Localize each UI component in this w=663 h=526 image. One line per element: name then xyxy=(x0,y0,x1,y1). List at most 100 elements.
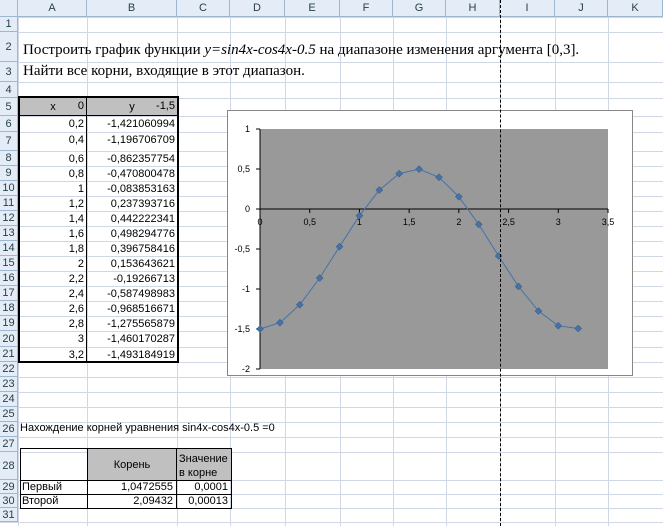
x-value-cell[interactable]: 2,2 xyxy=(20,273,84,286)
row-header-31[interactable]: 31 xyxy=(0,508,18,522)
x-value-cell[interactable]: 1,6 xyxy=(20,228,84,241)
roots-header-value-cell[interactable]: Значение в корне xyxy=(176,448,232,481)
roots-row-root[interactable]: 1,0472555 xyxy=(89,481,173,494)
chart[interactable]: 1 0,5 0 -0,5 -1 -1,5 -2 0 0,5 1 1,5 2 2,5 3 3,5 xyxy=(227,110,633,376)
row-header-21[interactable]: 21 xyxy=(0,347,18,362)
row-header-25[interactable]: 25 xyxy=(0,407,18,422)
y-value-cell[interactable]: -0,968516671 xyxy=(87,303,175,316)
row-header-29[interactable]: 29 xyxy=(0,480,18,494)
y-tick-label: 0 xyxy=(245,204,250,214)
x-value-cell[interactable]: 1,2 xyxy=(20,198,84,211)
y-value-cell[interactable]: -1,493184919 xyxy=(87,349,175,362)
task-line-2[interactable]: Найти все корни, входящие в этот диапазо… xyxy=(23,63,305,80)
y-value-cell[interactable]: 0,237393716 xyxy=(87,198,175,211)
column-header-f[interactable]: F xyxy=(340,0,393,17)
roots-row-root[interactable]: 2,09432 xyxy=(89,495,173,508)
roots-header-value-line2: в корне xyxy=(179,467,218,479)
column-header-d[interactable]: D xyxy=(230,0,285,17)
row-header-14[interactable]: 14 xyxy=(0,241,18,256)
roots-row-divider xyxy=(176,480,177,495)
column-header-g[interactable]: G xyxy=(393,0,446,17)
row-header-6[interactable]: 6 xyxy=(0,116,18,132)
row-header-4[interactable]: 4 xyxy=(0,82,18,98)
y-value-cell[interactable]: 0,396758416 xyxy=(87,243,175,256)
roots-row-label[interactable]: Первый xyxy=(22,481,86,494)
row-header-26[interactable]: 26 xyxy=(0,422,18,437)
y-value-cell[interactable]: 0,442222341 xyxy=(87,213,175,226)
x-value-cell[interactable]: 0 xyxy=(20,100,84,113)
row-header-9[interactable]: 9 xyxy=(0,166,18,181)
y-value-cell[interactable]: -1,421060994 xyxy=(87,118,175,131)
roots-row-label[interactable]: Второй xyxy=(22,495,86,508)
task-line-1[interactable]: Построить график функции y=sin4x-cos4x-0… xyxy=(23,42,579,59)
select-all-corner[interactable] xyxy=(0,0,18,17)
y-tick-label: -1 xyxy=(242,284,250,294)
y-value-cell[interactable]: -0,470800478 xyxy=(87,168,175,181)
row-header-24[interactable]: 24 xyxy=(0,392,18,407)
column-header-j[interactable]: J xyxy=(555,0,608,17)
column-header-b[interactable]: B xyxy=(87,0,177,17)
x-value-cell[interactable]: 2,8 xyxy=(20,318,84,331)
x-tick-label: 2 xyxy=(456,217,461,227)
row-header-3[interactable]: 3 xyxy=(0,62,18,82)
row-header-22[interactable]: 22 xyxy=(0,362,18,377)
row-header-28[interactable]: 28 xyxy=(0,452,18,480)
row-header-20[interactable]: 20 xyxy=(0,331,18,347)
column-header-h[interactable]: H xyxy=(446,0,500,17)
row-header-12[interactable]: 12 xyxy=(0,211,18,226)
x-value-cell[interactable]: 0,4 xyxy=(20,134,84,147)
y-value-cell[interactable]: -0,083853163 xyxy=(87,183,175,196)
row-header-27[interactable]: 27 xyxy=(0,437,18,452)
column-header-i[interactable]: I xyxy=(500,0,555,17)
row-header-11[interactable]: 11 xyxy=(0,196,18,211)
column-header-e[interactable]: E xyxy=(285,0,340,17)
column-header-a[interactable]: A xyxy=(18,0,87,17)
roots-header-value-line1: Значение xyxy=(179,453,228,465)
y-value-cell[interactable]: -1,196706709 xyxy=(87,134,175,147)
roots-row-value[interactable]: 0,0001 xyxy=(178,481,228,494)
x-value-cell[interactable]: 0,2 xyxy=(20,118,84,131)
y-value-cell[interactable]: -1,5 xyxy=(87,100,175,113)
y-value-cell[interactable]: -0,587498983 xyxy=(87,288,175,301)
row-header-10[interactable]: 10 xyxy=(0,181,18,196)
x-value-cell[interactable]: 3,2 xyxy=(20,349,84,362)
x-value-cell[interactable]: 1 xyxy=(20,183,84,196)
x-value-cell[interactable]: 2 xyxy=(20,258,84,271)
row-header-15[interactable]: 15 xyxy=(0,256,18,271)
x-value-cell[interactable]: 0,8 xyxy=(20,168,84,181)
roots-title[interactable]: Нахождение корней уравнения sin4x-cos4x-… xyxy=(20,422,275,435)
row-header-7[interactable]: 7 xyxy=(0,132,18,151)
x-value-cell[interactable]: 2,4 xyxy=(20,288,84,301)
y-value-cell[interactable]: -0,862357754 xyxy=(87,153,175,166)
row-header-30[interactable]: 30 xyxy=(0,494,18,508)
y-value-cell[interactable]: -0,19266713 xyxy=(87,273,175,286)
roots-label-header-cell[interactable] xyxy=(20,448,88,481)
row-header-19[interactable]: 19 xyxy=(0,316,18,331)
row-header-8[interactable]: 8 xyxy=(0,151,18,166)
roots-header-root-cell[interactable]: Корень xyxy=(87,448,177,481)
row-header-16[interactable]: 16 xyxy=(0,271,18,286)
row-header-1[interactable]: 1 xyxy=(0,17,18,32)
column-header-c[interactable]: C xyxy=(177,0,230,17)
row-header-17[interactable]: 17 xyxy=(0,286,18,301)
roots-row-value[interactable]: 0,00013 xyxy=(178,495,228,508)
x-value-cell[interactable]: 0,6 xyxy=(20,153,84,166)
row-header-23[interactable]: 23 xyxy=(0,377,18,392)
x-value-cell[interactable]: 3 xyxy=(20,333,84,346)
row-header-13[interactable]: 13 xyxy=(0,226,18,241)
column-header-k[interactable]: K xyxy=(608,0,663,17)
y-tick-label: -1,5 xyxy=(234,324,250,334)
row-header-5[interactable]: 5 xyxy=(0,98,18,116)
x-value-cell[interactable]: 1,4 xyxy=(20,213,84,226)
y-value-cell[interactable]: 0,153643621 xyxy=(87,258,175,271)
y-value-cell[interactable]: -1,275565879 xyxy=(87,318,175,331)
x-value-cell[interactable]: 2,6 xyxy=(20,303,84,316)
y-value-cell[interactable]: -1,460170287 xyxy=(87,333,175,346)
row-header-18[interactable]: 18 xyxy=(0,301,18,316)
x-value-cell[interactable]: 1,8 xyxy=(20,243,84,256)
row-header-2[interactable]: 2 xyxy=(0,32,18,62)
y-value-cell[interactable]: 0,498294776 xyxy=(87,228,175,241)
task-line-1-suffix: на диапазоне изменения аргумента [0,3]. xyxy=(315,42,580,58)
y-tick-label: -0,5 xyxy=(234,244,250,254)
y-tick-label: 1 xyxy=(245,124,250,134)
